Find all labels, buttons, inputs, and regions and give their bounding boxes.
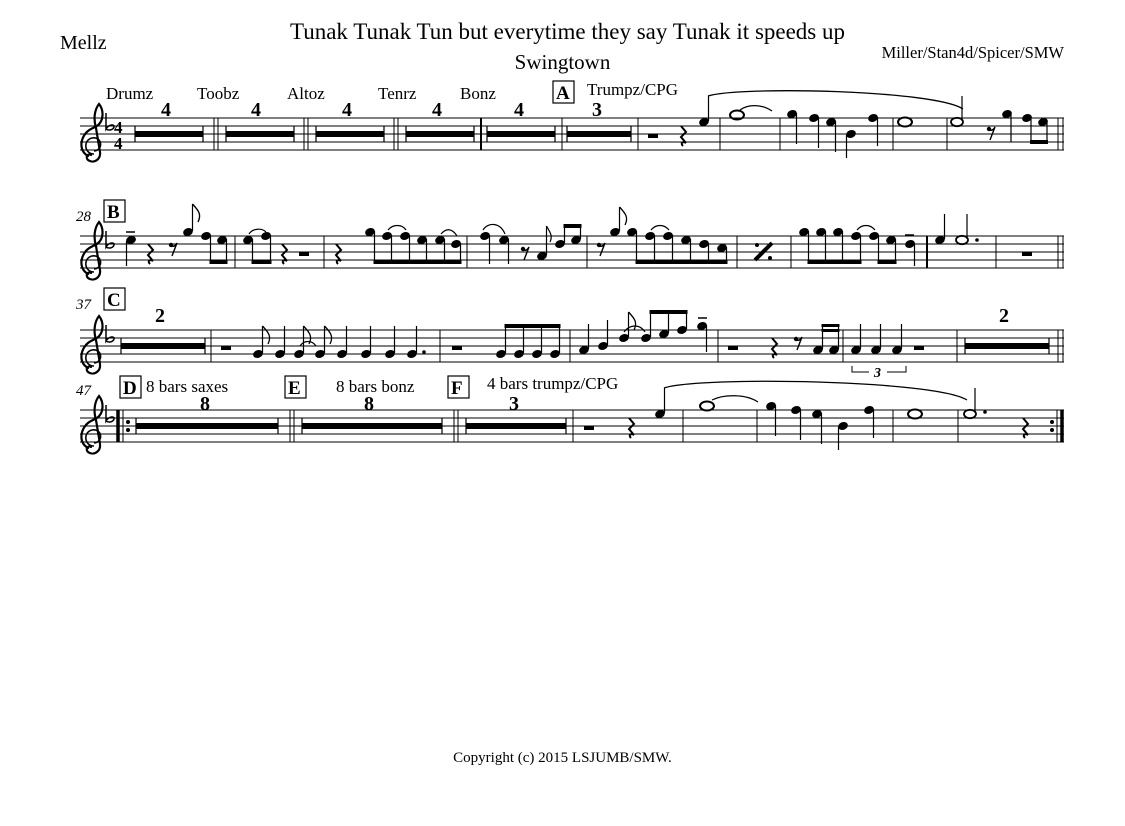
key-signature-flat xyxy=(105,324,115,343)
section-cue: Altoz xyxy=(287,84,325,103)
rest-count: 4 xyxy=(161,99,171,121)
section-cue: Drumz xyxy=(106,84,154,103)
system-4: 47 D 8 bars saxes 8 E 8 bars bonz 8 F 4 … xyxy=(76,374,1064,455)
rehearsal-mark: A xyxy=(556,83,570,104)
treble-clef xyxy=(80,314,104,375)
rest-count: 8 xyxy=(200,393,210,415)
section-cue: Trumpz/CPG xyxy=(587,80,678,99)
rest-count: 3 xyxy=(592,99,602,121)
rest-count: 2 xyxy=(999,305,1009,327)
time-signature-bottom: 4 xyxy=(114,134,123,153)
rehearsal-mark: D xyxy=(123,378,137,399)
system-2: 28 B xyxy=(76,199,1064,281)
treble-clef xyxy=(80,394,104,455)
sheet-music-page: Tunak Tunak Tun but everytime they say T… xyxy=(0,0,1125,826)
key-signature-flat xyxy=(105,112,115,131)
rehearsal-mark: B xyxy=(107,202,120,223)
rest-count: 3 xyxy=(509,393,519,415)
section-cue: 4 bars trumpz/CPG xyxy=(487,374,618,393)
treble-clef xyxy=(80,102,104,163)
section-cue: Bonz xyxy=(460,84,496,103)
rest-count: 8 xyxy=(364,393,374,415)
rest-count: 2 xyxy=(155,305,165,327)
treble-clef xyxy=(80,220,104,281)
rest-count: 4 xyxy=(514,99,524,121)
section-cue: Tenrz xyxy=(378,84,417,103)
music-score: 4 4 Drumz Toobz Altoz Tenrz Bonz Trumpz/… xyxy=(75,80,1064,455)
rest-count: 4 xyxy=(251,99,261,121)
rehearsal-mark: E xyxy=(288,378,301,399)
rest-count: 4 xyxy=(432,99,442,121)
key-signature-flat xyxy=(105,230,115,249)
triplet-marker: 3 xyxy=(873,366,881,381)
key-signature-flat xyxy=(105,404,115,423)
rehearsal-mark: C xyxy=(107,290,121,311)
section-cue: 8 bars saxes xyxy=(146,377,228,396)
system-3: 37 C 2 2 3 xyxy=(75,287,1064,381)
rest-count: 4 xyxy=(342,99,352,121)
section-cue: Toobz xyxy=(197,84,240,103)
measure-number: 28 xyxy=(76,209,92,225)
system-1: 4 4 Drumz Toobz Altoz Tenrz Bonz Trumpz/… xyxy=(80,80,1064,163)
measure-number: 47 xyxy=(76,383,93,399)
measure-number: 37 xyxy=(75,297,93,313)
rehearsal-mark: F xyxy=(451,378,463,399)
section-cue: 8 bars bonz xyxy=(336,377,415,396)
multi-measure-rests: 4 4 4 4 4 3 xyxy=(134,99,632,142)
